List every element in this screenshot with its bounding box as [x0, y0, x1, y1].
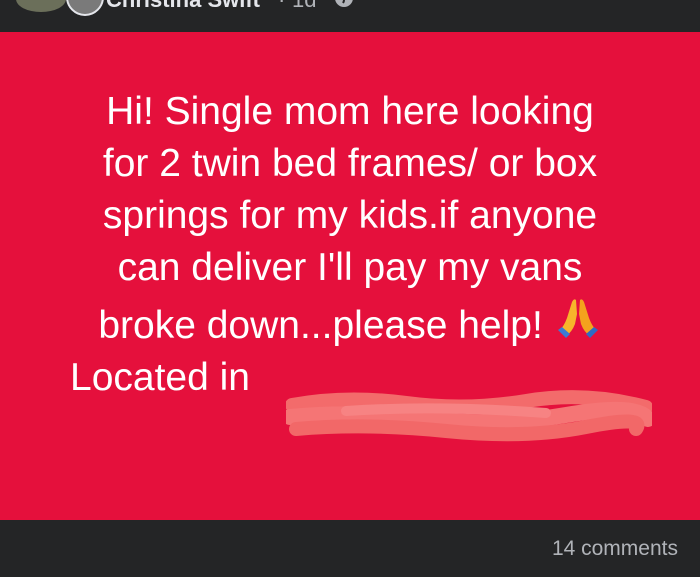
status-line: Hi! Single mom here looking: [106, 90, 594, 133]
redacted-location: [286, 390, 652, 442]
avatar[interactable]: [66, 0, 104, 16]
meta-separator: ·: [278, 0, 285, 13]
folded-hands-icon: [557, 299, 598, 338]
author-name[interactable]: Christina Swift: [106, 0, 260, 13]
status-line-with-emoji: broke down...please help!: [0, 294, 700, 352]
comment-count-link[interactable]: 14 comments: [552, 537, 678, 561]
post: Christina Swift · 1d Hi! Single mom here…: [0, 0, 700, 577]
post-header: Christina Swift · 1d: [0, 0, 700, 32]
status-line: for 2 twin bed frames/ or box: [102, 142, 598, 185]
status-text: Hi! Single mom here looking for 2 twin b…: [0, 86, 700, 404]
post-footer: 14 comments: [0, 520, 700, 577]
status-line: can deliver I'll pay my vans: [117, 246, 583, 289]
status-line: springs for my kids.if anyone: [102, 194, 598, 237]
avatar-group[interactable]: [16, 0, 104, 18]
status-line: broke down...please help!: [98, 304, 543, 347]
globe-icon: [335, 0, 353, 7]
post-timestamp[interactable]: 1d: [292, 0, 316, 13]
cover-thumbnail: [16, 0, 66, 12]
